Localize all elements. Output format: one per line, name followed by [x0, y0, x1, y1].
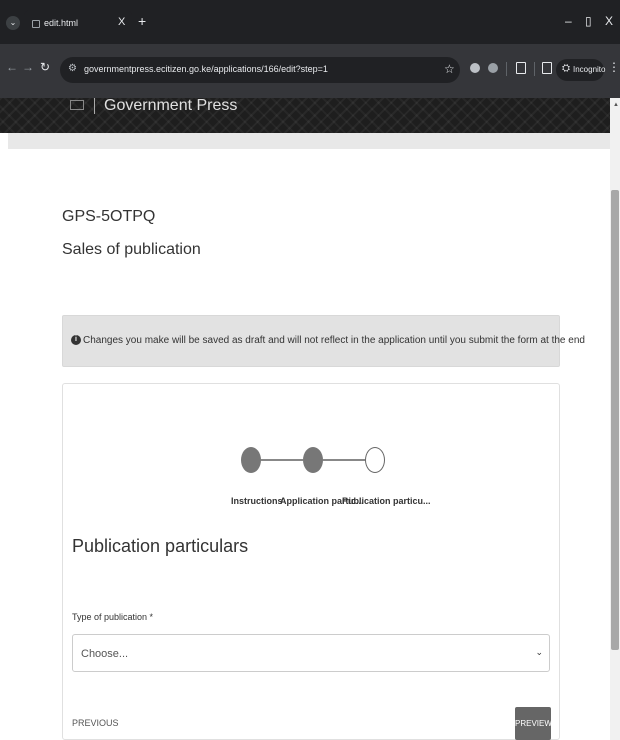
window-close-icon[interactable]: X: [605, 14, 613, 28]
step-connector: [261, 459, 303, 461]
page-favicon-icon: [32, 20, 40, 28]
home-icon[interactable]: [488, 63, 498, 73]
address-bar[interactable]: ⚙ governmentpress.ecitizen.go.ke/applica…: [60, 57, 460, 83]
tab-search-icon[interactable]: ⌄: [6, 16, 20, 30]
draft-notice-alert: i Changes you make will be saved as draf…: [62, 315, 585, 367]
restore-icon[interactable]: ▯: [585, 14, 592, 28]
minimize-icon[interactable]: –: [565, 14, 572, 28]
toolbar-separator: [534, 62, 535, 76]
coat-of-arms-icon: [70, 100, 84, 110]
chevron-down-icon: ⌄: [535, 647, 543, 657]
browser-tab-bar: ⌄ edit.html X + – ▯ X: [0, 0, 620, 44]
site-info-icon[interactable]: ⚙: [68, 63, 77, 74]
toolbar-separator: [506, 62, 507, 76]
incognito-icon: ⛭: [562, 63, 570, 74]
extensions-puzzle-icon[interactable]: [516, 62, 526, 74]
step-label-publication[interactable]: Publication particu...: [342, 496, 431, 506]
scroll-up-icon[interactable]: ▲: [613, 102, 619, 108]
alert-text: Changes you make will be saved as draft …: [83, 335, 585, 346]
step-application-circle[interactable]: [303, 447, 323, 473]
application-type: Sales of publication: [62, 241, 201, 258]
section-title: Publication particulars: [72, 536, 249, 556]
header-divider: [94, 98, 95, 114]
incognito-badge[interactable]: ⛭ Incognito: [556, 59, 606, 81]
browser-menu-icon[interactable]: ⋮: [608, 60, 620, 74]
preview-button[interactable]: PREVIEW: [515, 707, 552, 740]
step-instructions-circle[interactable]: [241, 447, 261, 473]
bookmark-star-icon[interactable]: ☆: [444, 62, 455, 76]
new-tab-icon[interactable]: +: [138, 14, 146, 28]
site-header: Government Press: [0, 97, 610, 133]
site-title[interactable]: Government Press: [104, 97, 237, 115]
browser-tab[interactable]: edit.html X: [24, 10, 132, 40]
select-value: Choose...: [81, 648, 129, 660]
back-icon[interactable]: ←: [6, 60, 18, 74]
form-card: [62, 383, 560, 740]
previous-button[interactable]: PREVIOUS: [72, 718, 119, 728]
forward-icon[interactable]: →: [22, 60, 34, 74]
tab-close-icon[interactable]: X: [118, 16, 125, 28]
extension-icon[interactable]: [470, 63, 480, 73]
reload-icon[interactable]: ↻: [40, 60, 50, 74]
tab-title: edit.html: [44, 18, 79, 28]
scrollbar-thumb[interactable]: [611, 190, 619, 650]
address-url[interactable]: governmentpress.ecitizen.go.ke/applicati…: [84, 64, 328, 74]
browser-toolbar: ← → ↻ ⚙ governmentpress.ecitizen.go.ke/a…: [0, 44, 620, 98]
type-of-publication-label: Type of publication *: [72, 612, 154, 622]
header-band: [8, 133, 610, 149]
step-publication-circle[interactable]: [365, 447, 385, 473]
incognito-label: Incognito: [573, 65, 606, 74]
type-of-publication-select[interactable]: Choose... ⌄: [72, 634, 550, 672]
side-panel-icon[interactable]: [542, 62, 552, 74]
info-icon: i: [71, 335, 81, 345]
application-id: GPS-5OTPQ: [62, 208, 156, 225]
step-connector: [323, 459, 365, 461]
step-label-instructions[interactable]: Instructions: [231, 496, 283, 506]
